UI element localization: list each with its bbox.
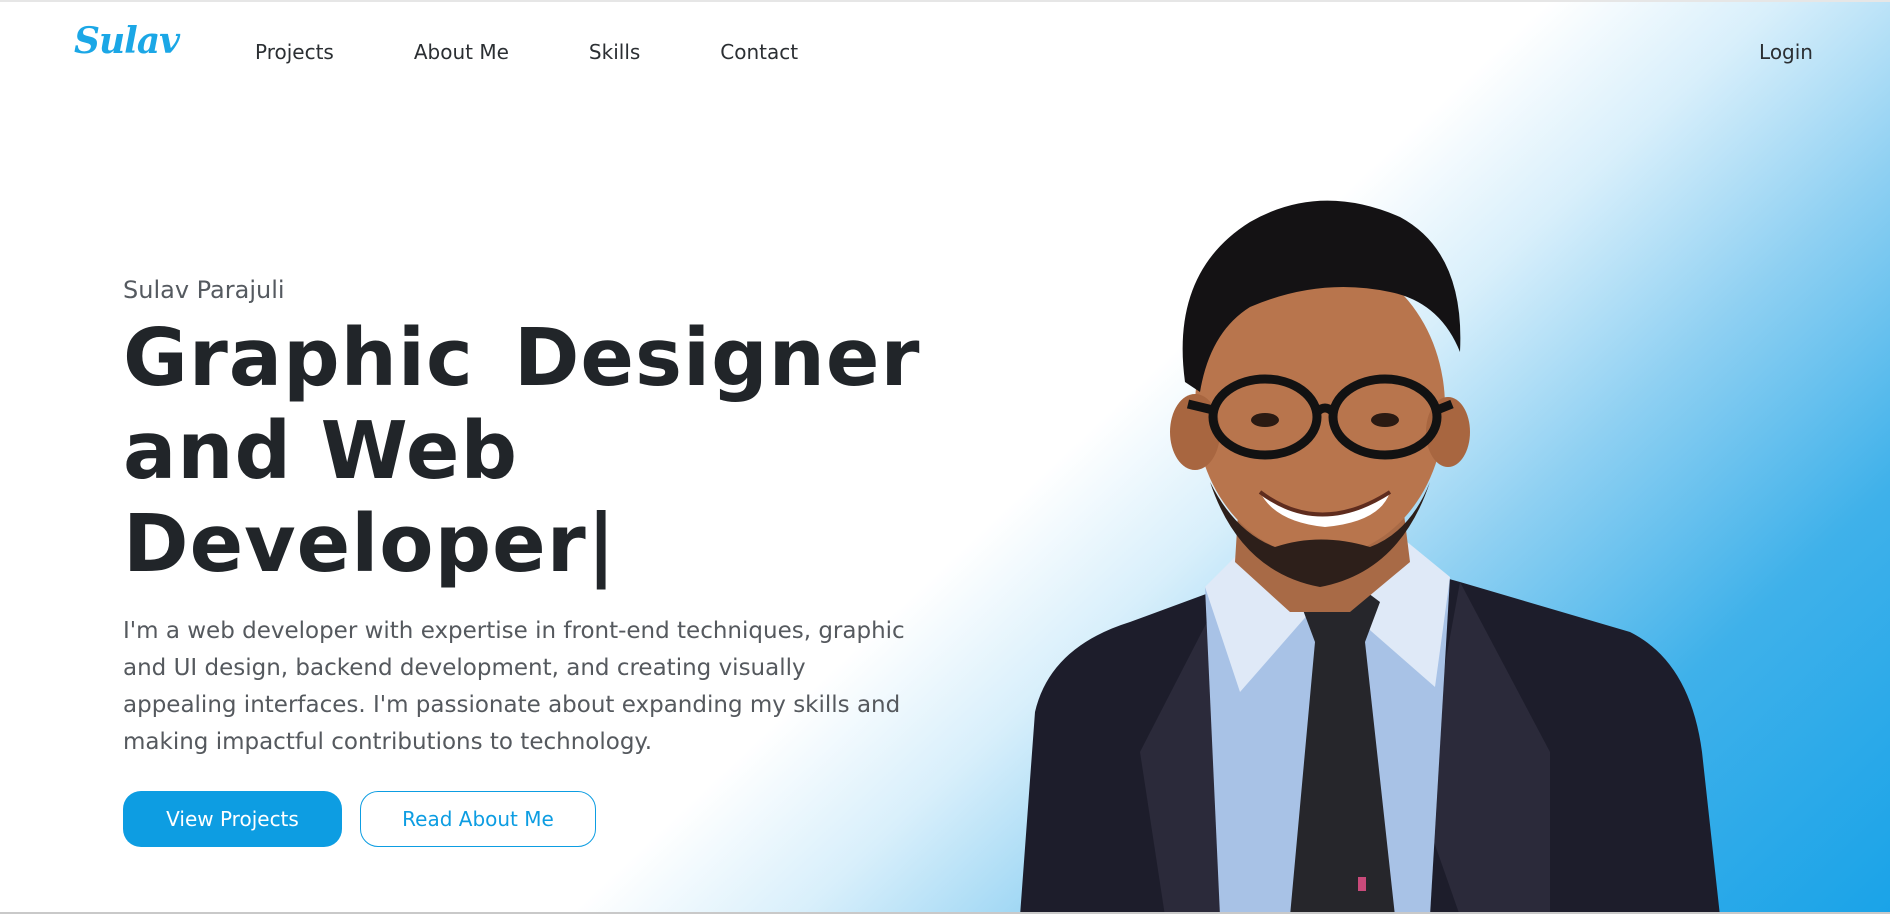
- hero-title-word-graphic: Graphic: [123, 312, 474, 404]
- person-portrait-photo: [1020, 200, 1720, 914]
- nav-link-about-me[interactable]: About Me: [414, 40, 509, 64]
- nav-link-projects[interactable]: Projects: [255, 40, 334, 64]
- hero-section: Sulav Parajuli Graphic Designer and Web D…: [123, 276, 923, 847]
- hero-title: Graphic Designer and Web Developer|: [123, 312, 923, 591]
- hero-description: I'm a web developer with expertise in fr…: [123, 618, 905, 755]
- view-projects-button[interactable]: View Projects: [123, 791, 342, 847]
- hero-title-line3: Developer: [123, 498, 587, 590]
- hero-name: Sulav Parajuli: [123, 276, 285, 304]
- typing-cursor: |: [586, 498, 617, 590]
- hero-title-word-designer: Designer: [513, 312, 921, 404]
- hero-page: Sulav Projects About Me Skills Contact L…: [0, 0, 1890, 914]
- main-nav: Projects About Me Skills Contact: [255, 40, 878, 64]
- nav-link-skills[interactable]: Skills: [589, 40, 640, 64]
- login-link[interactable]: Login: [1759, 40, 1813, 64]
- hero-buttons: View Projects Read About Me: [123, 791, 923, 847]
- read-about-me-button[interactable]: Read About Me: [360, 791, 596, 847]
- nav-link-contact[interactable]: Contact: [720, 40, 798, 64]
- hero-title-line2: and Web: [123, 405, 519, 497]
- site-logo[interactable]: Sulav: [74, 20, 180, 62]
